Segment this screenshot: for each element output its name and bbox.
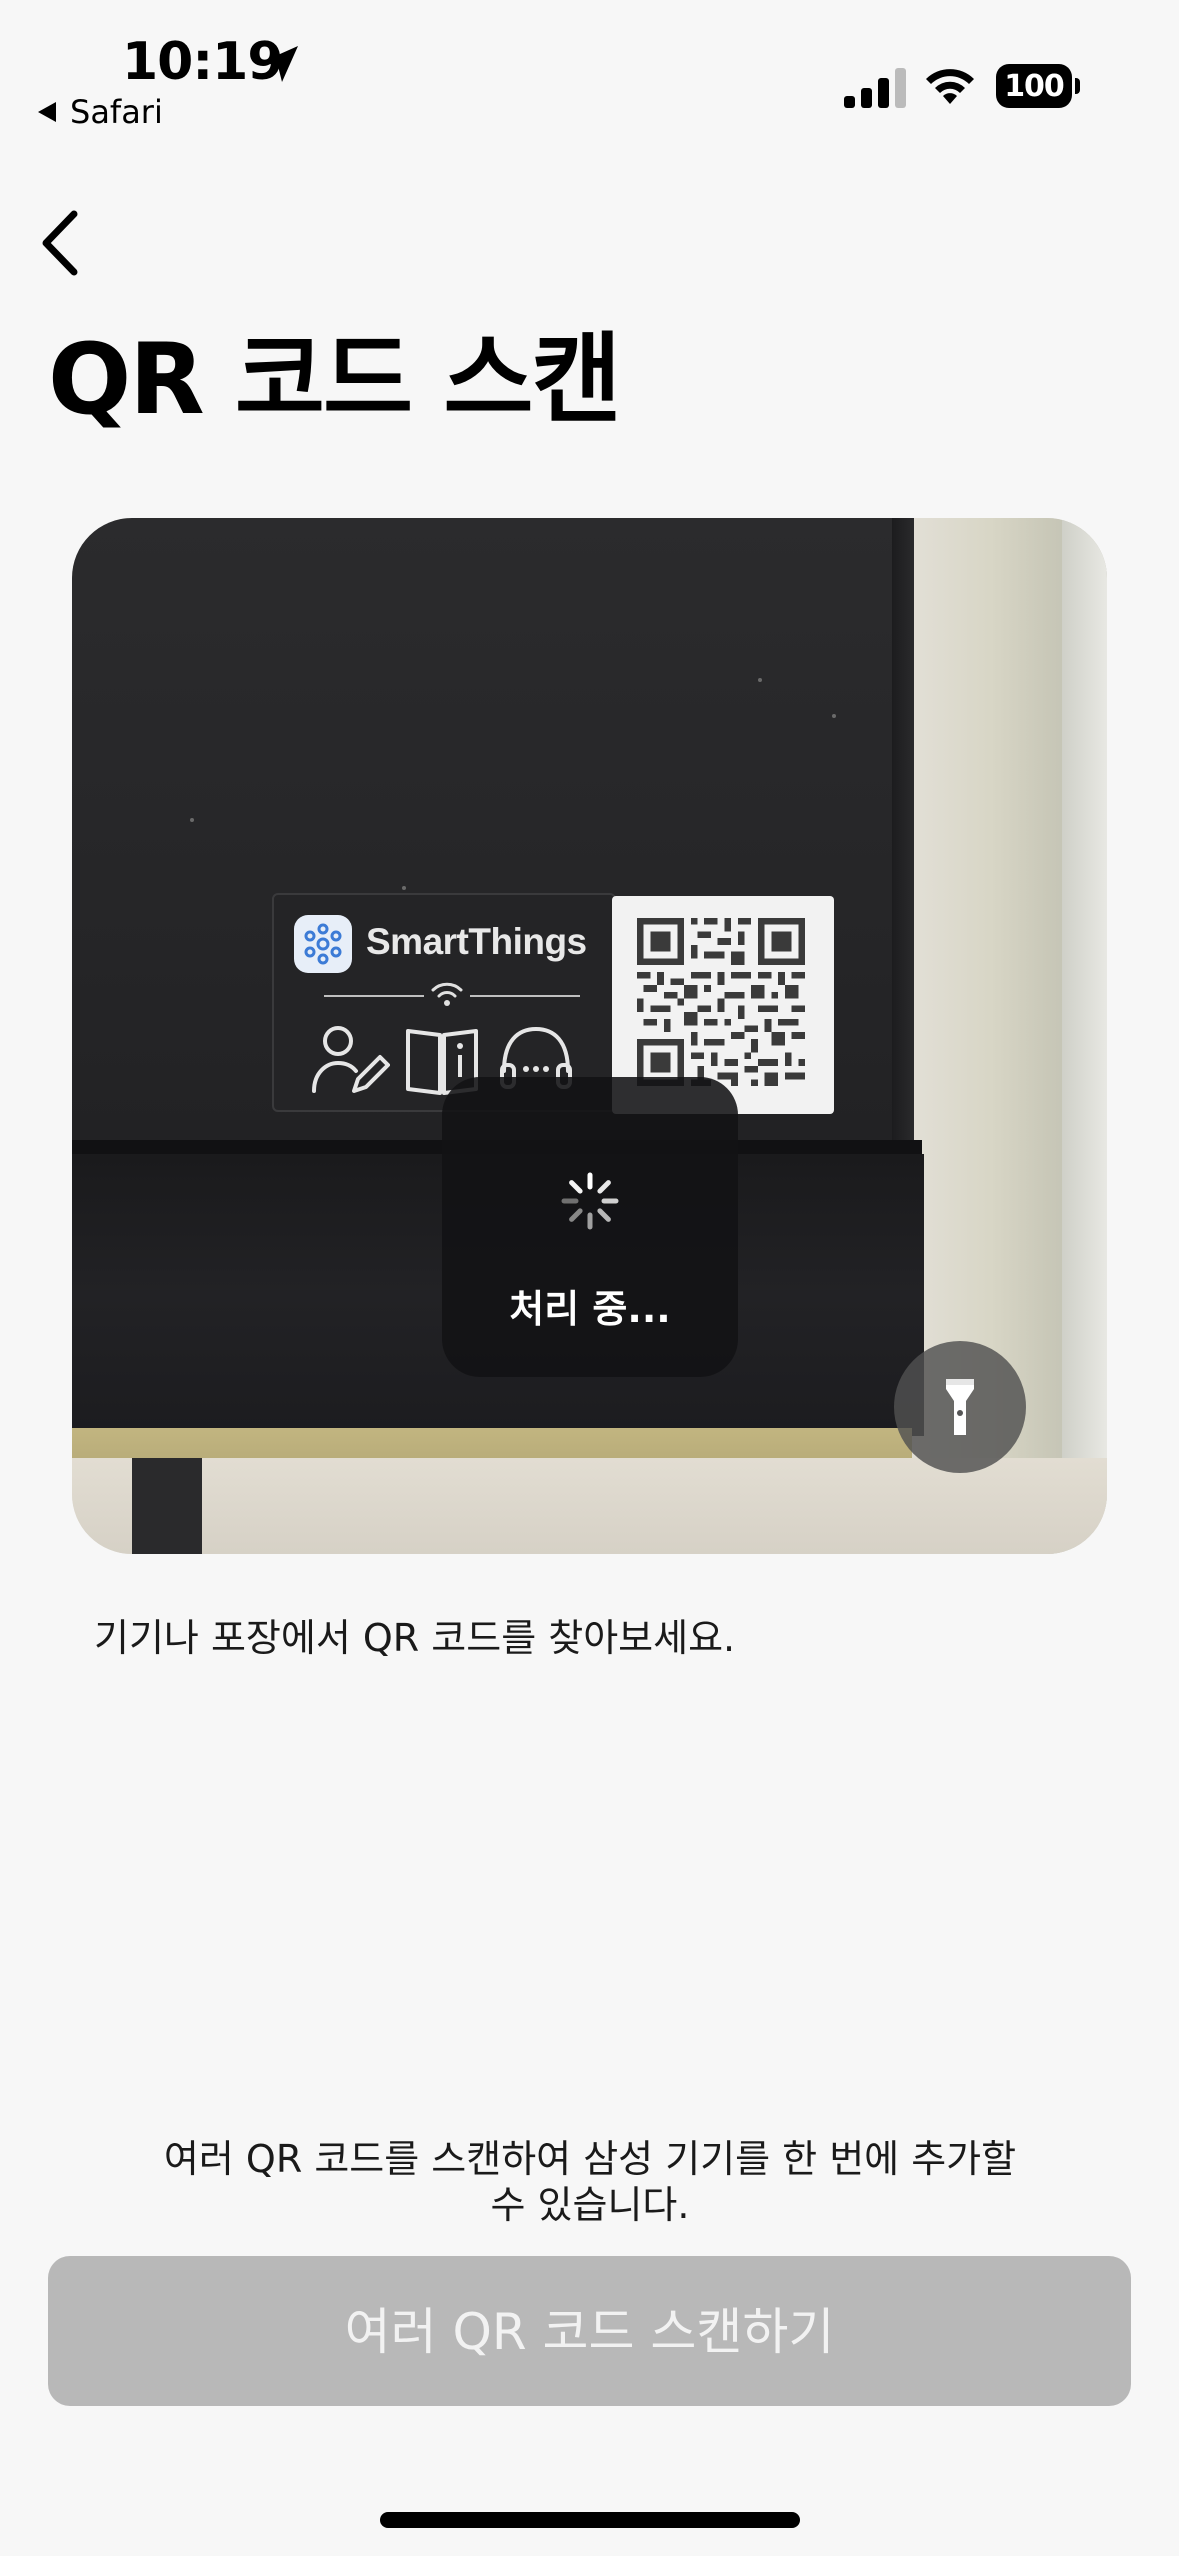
- smartthings-logo: [294, 915, 352, 973]
- wifi-icon: [431, 982, 463, 1006]
- multi-scan-info: 여러 QR 코드를 스캔하여 삼성 기기를 한 번에 추가할 수 있습니다.: [150, 2136, 1030, 2228]
- flashlight-button[interactable]: [894, 1341, 1026, 1473]
- processing-text: 처리 중...: [509, 1287, 671, 1331]
- cellular-signal-icon: [844, 68, 906, 108]
- home-indicator[interactable]: [380, 2512, 800, 2528]
- location-arrow-icon: [262, 46, 298, 82]
- battery-cap: [1075, 78, 1080, 94]
- dust-speck: [190, 818, 194, 822]
- back-app-label: Safari: [70, 93, 163, 131]
- scan-hint-text: 기기나 포장에서 QR 코드를 찾아보세요.: [94, 1616, 736, 1660]
- qr-code-image: [637, 918, 805, 1086]
- background-stripe: [1062, 518, 1107, 1554]
- dust-speck: [758, 678, 762, 682]
- back-triangle-icon: [38, 102, 56, 122]
- user-edit-icon: [312, 1026, 390, 1093]
- battery-level: 100: [996, 64, 1072, 108]
- wifi-icon: [926, 69, 974, 104]
- dust-speck: [402, 886, 406, 890]
- label-divider: [470, 995, 580, 997]
- back-to-app-link[interactable]: Safari: [36, 92, 163, 132]
- dust-speck: [832, 714, 836, 718]
- nav-back-button[interactable]: [30, 205, 90, 281]
- scan-multiple-qr-button[interactable]: 여러 QR 코드 스캔하기: [48, 2256, 1131, 2406]
- smartthings-hub-icon: [304, 923, 342, 965]
- device-base-reflection: [72, 1428, 912, 1458]
- multi-scan-info-line2: 수 있습니다.: [490, 2183, 690, 2227]
- flashlight-icon: [946, 1379, 974, 1435]
- battery-indicator: 100: [996, 64, 1080, 108]
- page-title: QR 코드 스캔: [48, 323, 622, 437]
- multi-scan-info-line1: 여러 QR 코드를 스캔하여 삼성 기기를 한 번에 추가할: [163, 2137, 1017, 2181]
- device-edge: [892, 518, 914, 1158]
- device-foot: [132, 1458, 202, 1554]
- chevron-left-icon: [42, 210, 78, 276]
- label-divider: [324, 995, 424, 997]
- loading-spinner-icon: [561, 1172, 619, 1230]
- smartthings-brand-text: SmartThings: [366, 921, 587, 962]
- processing-hud: 처리 중...: [442, 1077, 738, 1377]
